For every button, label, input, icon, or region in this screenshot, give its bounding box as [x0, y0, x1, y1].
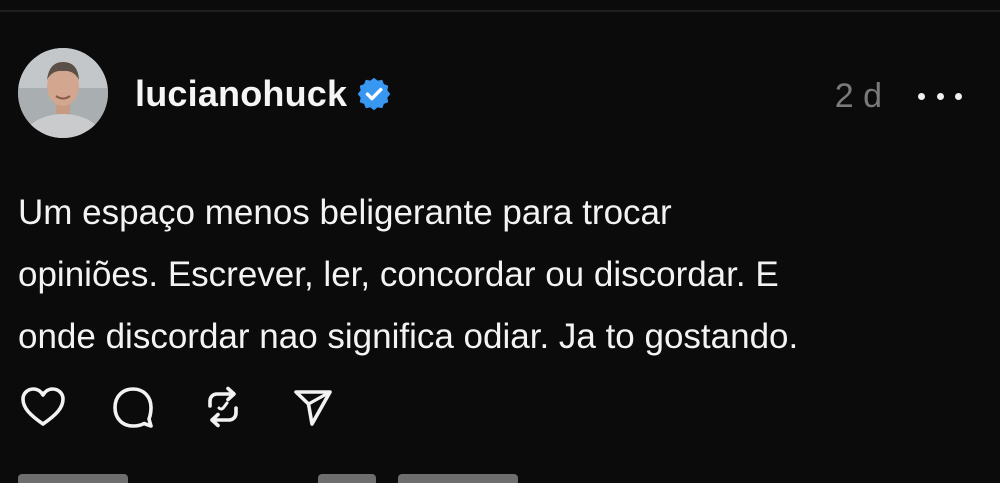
- post-actions: [18, 382, 378, 432]
- author-row: lucianohuck: [135, 74, 391, 114]
- post-stats-cutoff: [18, 468, 538, 483]
- verified-badge-icon: [357, 77, 391, 111]
- post-timestamp: 2 d: [834, 77, 882, 115]
- stats-text-fragment: [398, 474, 518, 483]
- comment-button[interactable]: [108, 382, 158, 432]
- comment-icon: [113, 387, 153, 428]
- thread-post: lucianohuck 2 d Um espaço menos beligera…: [0, 12, 1000, 483]
- more-options-button[interactable]: [918, 86, 962, 106]
- avatar[interactable]: [18, 48, 108, 138]
- more-horizontal-icon: [918, 92, 925, 100]
- repost-icon: [208, 386, 238, 428]
- stats-text-fragment: [18, 474, 128, 483]
- stats-text-fragment: [318, 474, 376, 483]
- heart-icon: [21, 387, 65, 426]
- share-icon: [294, 390, 332, 426]
- more-horizontal-icon: [936, 92, 944, 100]
- username[interactable]: lucianohuck: [135, 74, 347, 114]
- share-button[interactable]: [288, 382, 338, 432]
- repost-button[interactable]: [198, 382, 248, 432]
- more-horizontal-icon: [955, 92, 962, 100]
- like-button[interactable]: [18, 382, 68, 432]
- post-text: Um espaço menos beligerante para trocar …: [18, 193, 799, 356]
- profile-photo-icon: [18, 48, 108, 138]
